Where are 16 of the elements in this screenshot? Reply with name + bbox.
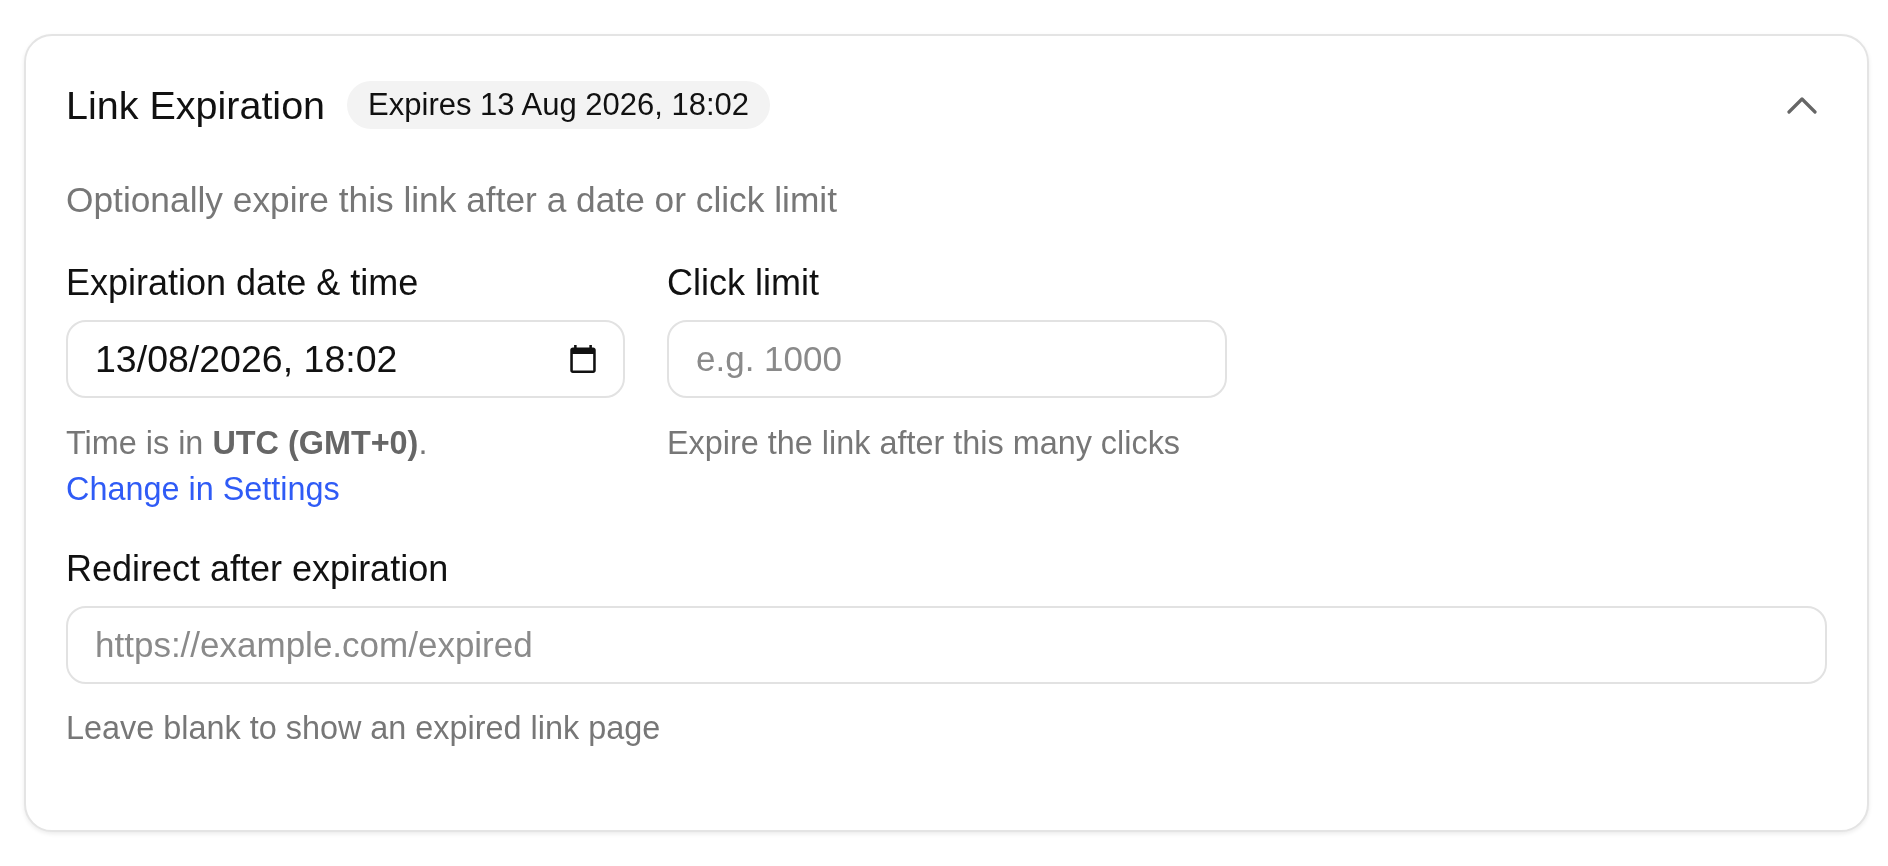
settings-link[interactable]: Change in Settings bbox=[66, 471, 340, 507]
field-label: Redirect after expiration bbox=[66, 547, 450, 591]
date-time-field[interactable]: 13/08/2026, 18:02 bbox=[66, 320, 625, 398]
expiry-badge: Expires 13 Aug 2026, 18:02 bbox=[347, 81, 770, 129]
section-title: Link Expiration bbox=[66, 82, 326, 129]
url-field[interactable]: https://example.com/expired bbox=[66, 606, 1827, 684]
help-text: Expire the link after this many clicks bbox=[667, 424, 1182, 463]
help-text: Time is in UTC (GMT+0). Change in Settings bbox=[66, 424, 429, 509]
chevron-icon bbox=[1787, 96, 1817, 114]
field-label: Click limit bbox=[667, 261, 820, 305]
number-field[interactable]: e.g. 1000 bbox=[667, 320, 1227, 398]
help-text: Leave blank to show an expired link page bbox=[66, 709, 662, 748]
section-description: Optionally expire this link after a date or click limit bbox=[66, 179, 838, 221]
collapse-toggle[interactable] bbox=[1787, 96, 1817, 114]
calendar-icon[interactable] bbox=[569, 345, 597, 373]
field-label: Expiration date & time bbox=[66, 261, 420, 305]
